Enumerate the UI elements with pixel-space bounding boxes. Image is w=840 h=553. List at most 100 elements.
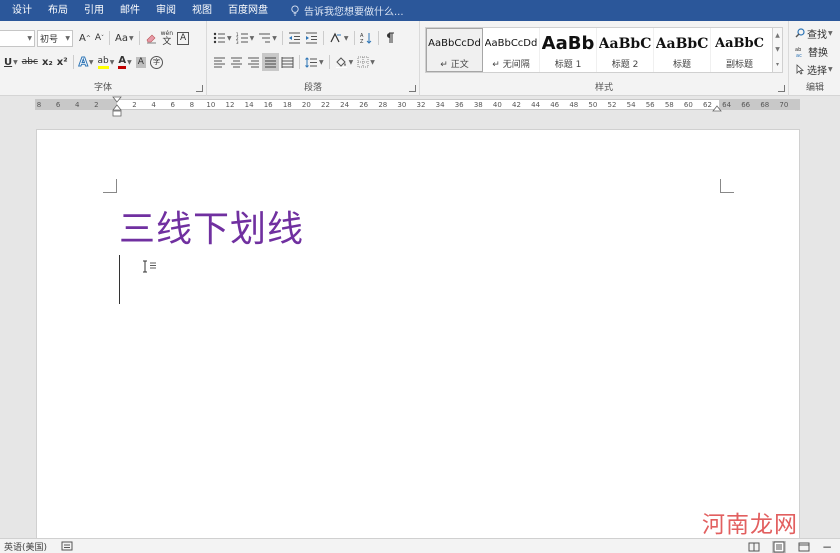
language-indicator[interactable]: 英语(美国) xyxy=(4,540,47,553)
right-indent-marker[interactable] xyxy=(712,103,722,113)
asian-layout-button[interactable]: ▼ xyxy=(327,29,351,47)
paragraph-group: ▼ 1 2 3 ▼ ▼ ▼ AZ ▼ ▼ ▼ 段落 xyxy=(207,21,420,96)
character-border-button[interactable]: A xyxy=(175,29,191,47)
select-button[interactable]: 选择 ▼ xyxy=(795,60,833,78)
ruler-number: 14 xyxy=(244,101,254,109)
font-dialog-launcher[interactable] xyxy=(196,85,203,92)
tab-baidu-netdisk[interactable]: 百度网盘 xyxy=(220,0,276,21)
align-left-button[interactable] xyxy=(211,53,228,71)
style-title-name: 标题 xyxy=(672,59,691,70)
bullets-button[interactable]: ▼ xyxy=(211,29,234,47)
show-hide-marks-button[interactable] xyxy=(382,29,398,47)
multilevel-list-button[interactable]: ▼ xyxy=(256,29,279,47)
font-group-label: 字体 xyxy=(93,83,112,93)
increase-indent-button[interactable] xyxy=(303,29,320,47)
ruler-number: 68 xyxy=(760,101,770,109)
font-color-button[interactable]: A ▼ xyxy=(116,53,133,71)
font-size-box[interactable]: 初号 ▼ xyxy=(37,29,73,47)
scroll-up-icon[interactable]: ▲ xyxy=(775,32,780,39)
decrease-indent-icon xyxy=(288,32,300,44)
style-normal[interactable]: AaBbCcDd ↵ 正文 xyxy=(426,28,483,72)
replace-button[interactable]: ab ac 替换 xyxy=(795,42,828,60)
borders-button[interactable]: ▼ xyxy=(355,53,377,71)
change-case-button[interactable]: Aa ▼ xyxy=(113,29,136,47)
document-title[interactable]: 三线下划线 xyxy=(119,200,304,252)
line-spacing-button[interactable]: ▼ xyxy=(303,53,326,71)
tab-layout[interactable]: 布局 xyxy=(40,0,76,21)
separator xyxy=(109,31,111,45)
ribbon: ▼ 初号 ▼ A ^ Aˇ Aa ▼ wén 文 A U ▼ abc x₂ x²… xyxy=(0,21,840,96)
shading-button[interactable]: ▼ xyxy=(333,53,356,71)
print-layout-icon[interactable] xyxy=(771,540,786,553)
web-layout-icon[interactable] xyxy=(798,542,810,552)
align-center-icon xyxy=(231,57,242,67)
sort-icon: AZ xyxy=(360,33,371,44)
align-right-icon xyxy=(248,57,259,67)
macro-record-icon[interactable] xyxy=(61,541,73,551)
align-right-button[interactable] xyxy=(245,53,262,71)
document-page[interactable]: 三线下划线 xyxy=(36,129,800,553)
shrink-font-button[interactable]: Aˇ xyxy=(93,29,106,47)
ruler-number: 62 xyxy=(703,101,712,109)
styles-gallery-scroll[interactable]: ▲ ▼ ▾ xyxy=(773,27,783,73)
tab-mailings[interactable]: 邮件 xyxy=(112,0,148,21)
grow-font-button[interactable]: A ^ xyxy=(77,29,93,47)
strikethrough-button[interactable]: abc xyxy=(20,53,40,71)
ruler-number: 22 xyxy=(321,101,330,109)
style-subtitle[interactable]: AaBbC 副标题 xyxy=(711,28,768,72)
character-shading-button[interactable]: A xyxy=(134,53,148,71)
tab-references[interactable]: 引用 xyxy=(76,0,112,21)
align-center-button[interactable] xyxy=(228,53,245,71)
tab-view[interactable]: 视图 xyxy=(184,0,220,21)
replace-icon: abac xyxy=(795,47,802,57)
distributed-button[interactable] xyxy=(279,53,296,71)
watermark-text: 河南龙网 xyxy=(702,512,798,538)
eraser-icon xyxy=(146,34,156,44)
increase-indent-icon xyxy=(305,32,317,44)
ruler-number: 16 xyxy=(263,101,273,109)
phonetic-guide-button[interactable]: wén 文 xyxy=(159,29,175,47)
decrease-indent-button[interactable] xyxy=(286,29,303,47)
scroll-down-icon[interactable]: ▼ xyxy=(775,46,780,53)
style-heading-2-sample: AaBbC xyxy=(598,35,652,52)
read-mode-icon[interactable] xyxy=(748,542,760,552)
ruler-number: 66 xyxy=(741,101,751,109)
styles-dialog-launcher[interactable] xyxy=(778,85,785,92)
numbering-button[interactable]: 1 2 3 ▼ xyxy=(234,29,257,47)
ibeam-cursor-icon xyxy=(142,260,158,278)
zoom-out-icon[interactable]: − xyxy=(822,540,832,553)
highlight-label: ab xyxy=(97,56,109,69)
first-line-indent-marker[interactable] xyxy=(112,96,122,118)
justify-button[interactable] xyxy=(262,53,279,71)
tab-review[interactable]: 审阅 xyxy=(148,0,184,21)
style-heading-2[interactable]: AaBbC 标题 2 xyxy=(597,28,654,72)
ruler-number: 2 xyxy=(94,101,99,109)
font-name-box[interactable]: ▼ xyxy=(0,29,35,47)
paragraph-dialog-launcher[interactable] xyxy=(409,85,416,92)
highlight-button[interactable]: ab ▼ xyxy=(96,53,117,71)
justify-icon xyxy=(265,57,276,67)
clear-formatting-button[interactable] xyxy=(143,29,159,47)
underline-button[interactable]: U ▼ xyxy=(2,53,20,71)
subscript-button[interactable]: x₂ xyxy=(40,53,55,71)
ruler-number: 34 xyxy=(435,101,445,109)
tab-design[interactable]: 设计 xyxy=(0,0,40,21)
sort-button[interactable]: AZ xyxy=(358,29,375,47)
separator xyxy=(281,31,283,45)
style-no-spacing-name: ↵ 无间隔 xyxy=(492,59,530,70)
text-effects-label: A xyxy=(78,55,88,70)
style-heading-1[interactable]: AaBb 标题 1 xyxy=(540,28,597,72)
style-normal-sample: AaBbCcDd xyxy=(428,38,481,49)
style-title[interactable]: AaBbC 标题 xyxy=(654,28,711,72)
asian-layout-icon xyxy=(330,32,341,43)
tell-me-search[interactable]: 告诉我您想要做什么... xyxy=(290,0,404,21)
find-button[interactable]: 查找 ▼ xyxy=(795,24,833,42)
superscript-button[interactable]: x² xyxy=(55,53,70,71)
enclose-characters-button[interactable]: 字 xyxy=(148,53,165,71)
more-styles-icon[interactable]: ▾ xyxy=(776,61,779,68)
ruler-number: 8 xyxy=(189,101,195,109)
style-no-spacing[interactable]: AaBbCcDd ↵ 无间隔 xyxy=(483,28,540,72)
horizontal-ruler[interactable]: 8 6 4 2 2 4 6 8 10 12 14 16 18 20 22 24 26 28 30 32 34 36 38 40… xyxy=(35,99,800,110)
text-effects-button[interactable]: A ▼ xyxy=(77,53,96,71)
style-normal-name: ↵ 正文 xyxy=(440,59,469,70)
